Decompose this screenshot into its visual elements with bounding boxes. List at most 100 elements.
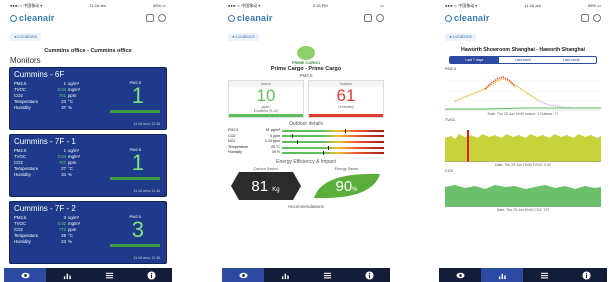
- pm-chart[interactable]: [445, 71, 601, 111]
- share-icon[interactable]: [146, 14, 154, 22]
- top-bar: cleanair: [222, 11, 390, 25]
- share-icon[interactable]: [581, 14, 589, 22]
- outdoor-row: Humidity 49 %: [228, 150, 384, 156]
- app-logo: cleanair: [10, 13, 55, 23]
- location-detail-screen: ●●●○○ 中国移动 ▾ 2:18 PM ▭ cleanair ◂ Locati…: [222, 0, 390, 282]
- history-screen: ●●●○○ 中国移动 ▾ 11:16 am 65% ▭ cleanair ◂ L…: [439, 0, 607, 282]
- outdoor-value: 49 %: [271, 150, 280, 155]
- reading-value: 34: [61, 172, 66, 177]
- pm-level-bar: [110, 110, 160, 113]
- readings-list: PM2.5 3 ug/m³ TVOC 0.02 mg/m³ CO2 772 pp…: [14, 215, 92, 245]
- back-locations-button[interactable]: ◂ Locations: [445, 33, 476, 41]
- tab-live[interactable]: [222, 268, 264, 282]
- list-icon: [323, 272, 331, 278]
- energy-value-wrap: 90%: [309, 178, 384, 195]
- outdoor-label: Humidity: [228, 150, 242, 155]
- pm-big-value: 3: [131, 217, 144, 242]
- logo-icon: [228, 14, 235, 22]
- pm-chart-caption: Date: Thu 25 Jun 19:00 Indoor: 3 Outdoor…: [487, 112, 559, 116]
- chart-icon: [498, 273, 506, 279]
- list-icon: [105, 272, 113, 278]
- energy-saved: Energy Saved 90%: [309, 167, 384, 200]
- tab-bar: [222, 268, 390, 282]
- settings-icon[interactable]: [376, 14, 384, 22]
- share-icon[interactable]: [364, 14, 372, 22]
- range-last-7-days[interactable]: Last 7 days: [450, 57, 499, 63]
- tab-list[interactable]: [523, 268, 565, 282]
- monitor-card[interactable]: Cummins - 6F PM2.5 1 ug/m³ TVOC 0.04 mg/…: [9, 67, 167, 130]
- outdoor-details-title: Outdoor details: [289, 121, 323, 127]
- tvoc-chart[interactable]: [445, 122, 601, 162]
- monitors-screen: ●●●○○ 中国移动 ▾ 11:16 am 65% ▭ cleanair ◂ L…: [4, 0, 172, 282]
- monitor-card[interactable]: Cummins - 7F - 1 PM2.5 1 ug/m³ TVOC 0.04…: [9, 134, 167, 197]
- carbon-value: 81: [251, 177, 269, 195]
- location-title: Cummins office - Cummins office: [44, 48, 132, 54]
- info-icon: [581, 270, 591, 280]
- energy-section: Carbon Saved 81 Kg Energy Saved 90%: [228, 167, 384, 200]
- app-logo: cleanair: [228, 13, 273, 23]
- pm-level-bar: [110, 177, 160, 180]
- tab-list[interactable]: [306, 268, 348, 282]
- tvoc-chart-plot: [445, 130, 601, 162]
- clock: 11:16 am: [524, 3, 541, 8]
- reading-label: Humidity: [14, 172, 31, 177]
- tab-bar: [439, 268, 607, 282]
- range-selector: Last 7 days Last week Last month: [449, 56, 597, 64]
- eye-icon: [238, 272, 248, 278]
- battery: 65% ▭: [153, 3, 166, 8]
- scale-marker: [327, 145, 329, 150]
- logo-icon: [445, 14, 452, 22]
- carbon-unit: Kg: [272, 186, 280, 193]
- co2-chart-caption: Date: Thu 25 Jun 19:00 CO2: 737: [496, 208, 550, 212]
- monitor-card[interactable]: Cummins - 7F - 2 PM2.5 3 ug/m³ TVOC 0.02…: [9, 201, 167, 264]
- battery: 65% ▭: [588, 3, 601, 8]
- settings-icon[interactable]: [593, 14, 601, 22]
- list-icon: [540, 272, 548, 278]
- range-last-week[interactable]: Last week: [499, 57, 548, 63]
- clock: 2:18 PM: [312, 3, 328, 8]
- pm-big-value: 1: [131, 83, 144, 108]
- reading-row: Humidity 37 %: [14, 105, 92, 111]
- eye-icon: [455, 272, 465, 278]
- tab-history[interactable]: [46, 268, 88, 282]
- logo-icon: [10, 14, 17, 22]
- energy-value: 90: [335, 177, 353, 195]
- reading-label: Humidity: [14, 239, 31, 244]
- logo-text: cleanair: [19, 13, 55, 23]
- top-bar: cleanair: [4, 11, 172, 25]
- updated-time: 11:16 am ▸ 11:16: [133, 122, 160, 126]
- status-bar: ●●●○○ 中国移动 ▾ 11:16 am 65% ▭: [439, 0, 607, 11]
- tab-history[interactable]: [264, 268, 306, 282]
- prime-cargo-logo: [297, 46, 315, 60]
- readings-list: PM2.5 1 ug/m³ TVOC 0.04 mg/m³ CO2 761 pp…: [14, 81, 92, 111]
- carbon-badge: 81 Kg: [228, 171, 303, 200]
- tab-live[interactable]: [4, 268, 46, 282]
- tab-list[interactable]: [88, 268, 130, 282]
- energy-badge: 90%: [309, 172, 384, 200]
- tab-info[interactable]: [565, 268, 607, 282]
- energy-title: Energy Efficiency & Impact: [276, 158, 336, 165]
- range-last-month[interactable]: Last month: [547, 57, 596, 63]
- scale-marker: [322, 151, 324, 156]
- carbon-caption: Carbon Saved: [253, 166, 278, 171]
- reading-row: Humidity 23 %: [14, 239, 92, 245]
- tab-live[interactable]: [439, 268, 481, 282]
- tab-info[interactable]: [348, 268, 390, 282]
- tab-info[interactable]: [130, 268, 172, 282]
- monitor-name: Cummins - 6F: [14, 70, 65, 79]
- indoor-note: Excellent (0-12): [253, 109, 279, 113]
- pm-level-bar: [110, 244, 160, 247]
- reading-unit: %: [68, 239, 72, 244]
- back-locations-button[interactable]: ◂ Locations: [228, 33, 259, 41]
- location-title: Haworth Showroom Shanghai - Haworth Shan…: [461, 47, 585, 53]
- back-locations-button[interactable]: ◂ Locations: [10, 33, 41, 41]
- co2-chart[interactable]: [445, 173, 601, 207]
- outdoor-scale: [282, 139, 384, 144]
- tab-history[interactable]: [481, 268, 523, 282]
- outdoor-scale: [282, 128, 384, 133]
- indoor-box: Indoor 10 μg/m³ Excellent (0-12): [228, 80, 304, 118]
- status-bar: ●●●○○ 中国移动 ▾ 2:18 PM ▭: [222, 0, 390, 11]
- settings-icon[interactable]: [158, 14, 166, 22]
- indoor-bar: [229, 114, 303, 117]
- section-title: Monitors: [10, 56, 41, 65]
